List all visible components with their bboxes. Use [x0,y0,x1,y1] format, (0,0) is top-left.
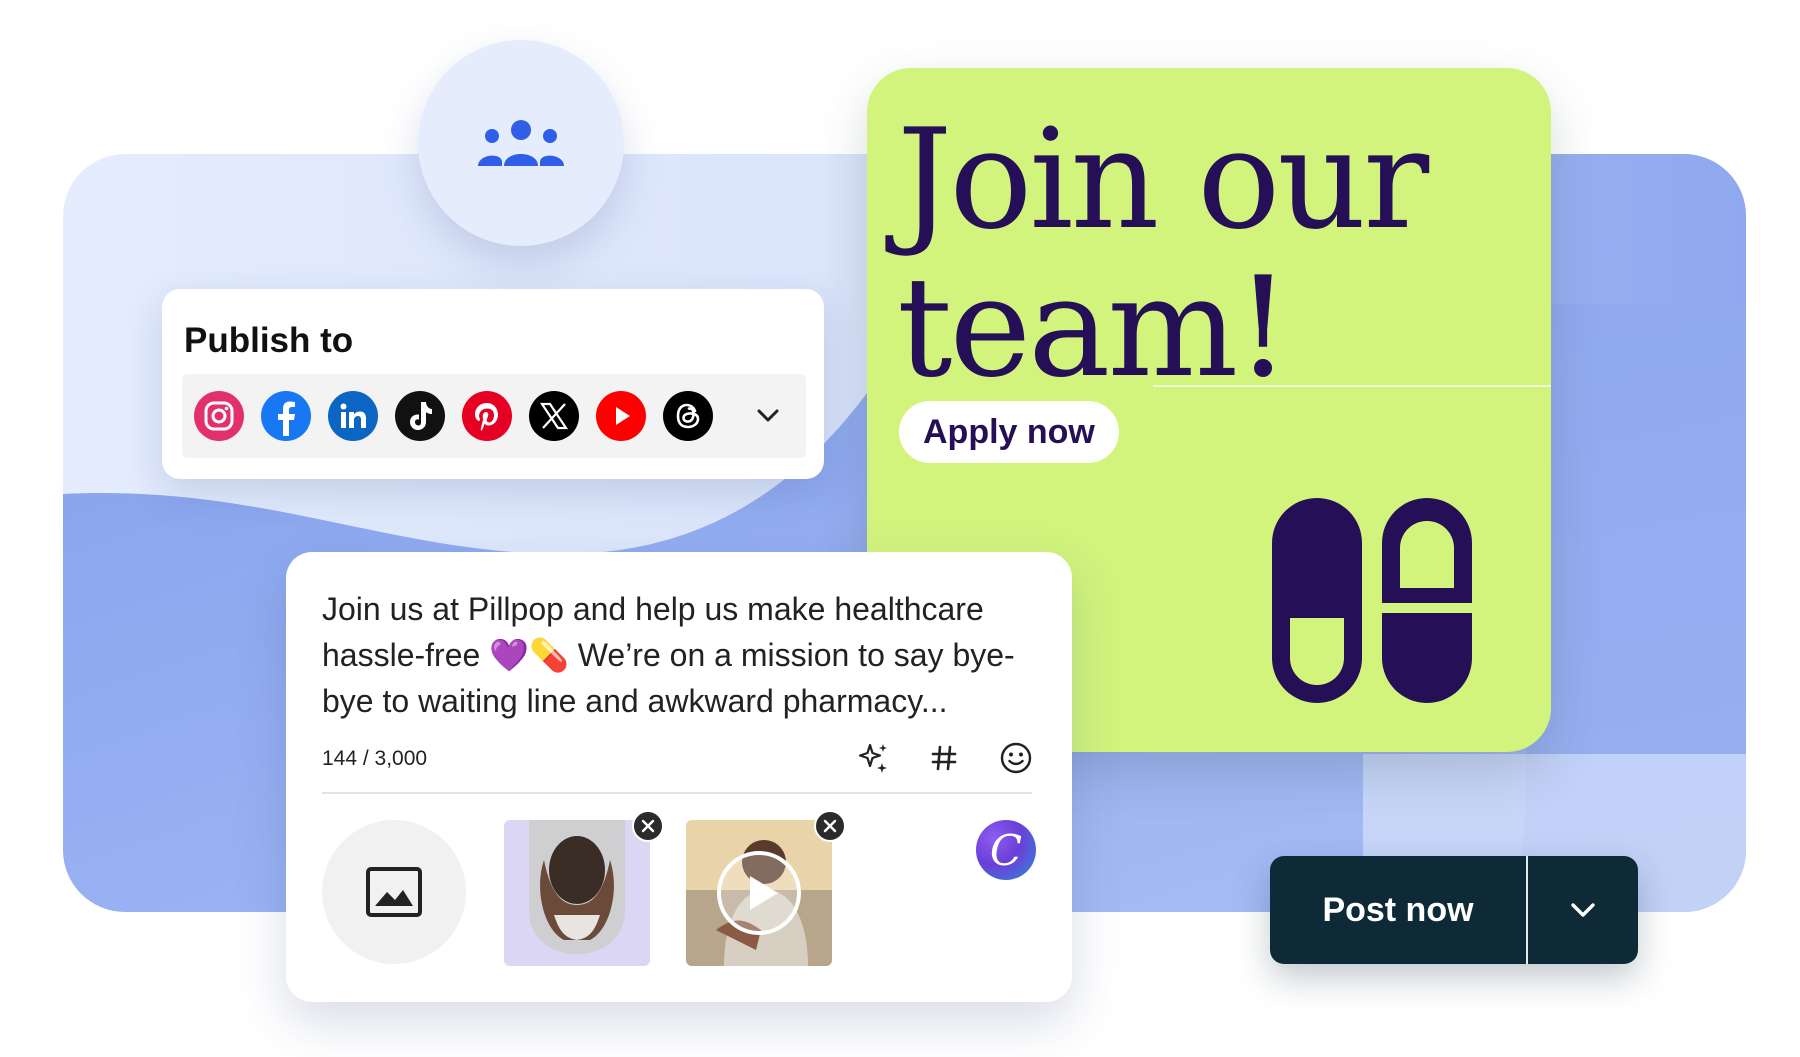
emoji-icon[interactable] [998,740,1034,776]
post-composer: Join us at Pillpop and help us make heal… [286,552,1072,1002]
threads-icon[interactable] [663,391,713,441]
publish-title: Publish to [184,321,354,360]
pill-capsules-icon [1272,498,1472,703]
facebook-icon[interactable] [261,391,311,441]
post-now-button[interactable]: Post now [1270,856,1526,964]
poster-divider [1153,385,1551,387]
attachment-video-thumbnail[interactable] [686,820,832,966]
close-icon [641,819,655,833]
remove-attachment-button[interactable] [814,810,846,842]
instagram-icon[interactable] [194,391,244,441]
composer-divider [322,792,1032,794]
poster-headline: Join our team! [897,106,1537,402]
attachment-image-thumbnail[interactable] [504,820,650,966]
close-icon [823,819,837,833]
pinterest-icon[interactable] [462,391,512,441]
x-icon[interactable] [529,391,579,441]
hashtag-icon[interactable] [926,740,962,776]
chevron-down-icon[interactable] [748,396,788,436]
poster-headline-line-2: team! [897,247,1291,408]
social-network-selector [182,374,806,458]
canva-logo[interactable]: C [976,820,1036,880]
woman-photo [529,820,625,954]
linkedin-icon[interactable] [328,391,378,441]
publish-to-card: Publish to [162,289,824,479]
play-icon[interactable] [714,848,804,938]
people-group-icon [478,120,564,166]
remove-attachment-button[interactable] [632,810,664,842]
add-media-button[interactable] [322,820,466,964]
poster-headline-line-1: Join our [897,99,1429,260]
image-icon [366,867,422,917]
post-options-button[interactable] [1528,856,1638,964]
tiktok-icon[interactable] [395,391,445,441]
character-count: 144 / 3,000 [322,747,428,770]
youtube-icon[interactable] [596,391,646,441]
split-button-divider [1526,856,1528,964]
team-badge [418,40,624,246]
ai-sparkle-icon[interactable] [856,740,892,776]
post-text[interactable]: Join us at Pillpop and help us make heal… [322,586,1042,724]
post-now-split-button: Post now [1270,856,1638,964]
apply-now-button[interactable]: Apply now [899,401,1119,463]
chevron-down-icon [1571,903,1595,917]
